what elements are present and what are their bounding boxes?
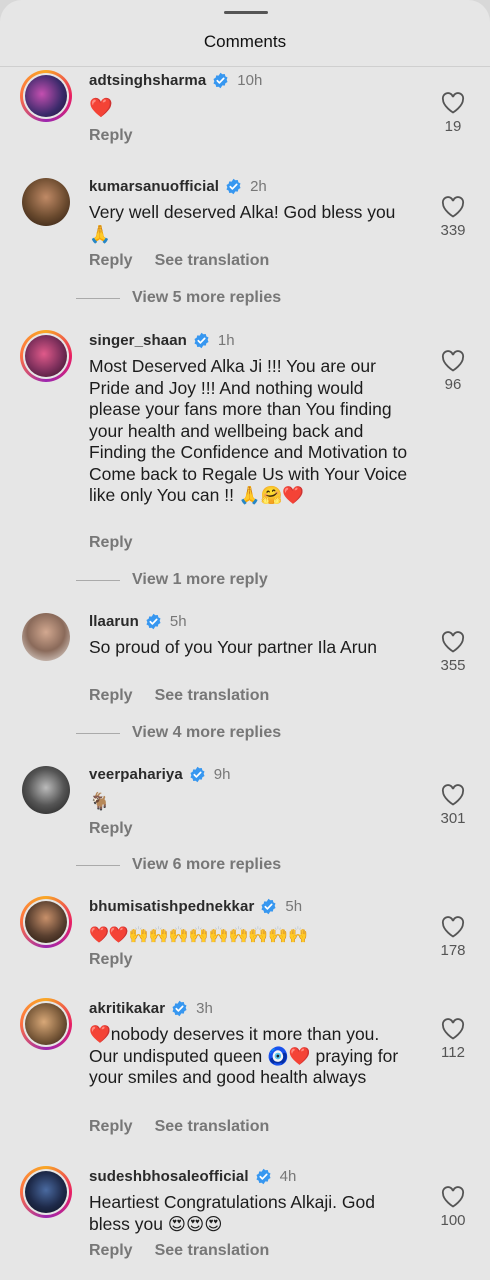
like-count: 100 [440, 1212, 466, 1229]
avatar[interactable] [20, 70, 72, 122]
reply-button[interactable]: Reply [89, 534, 133, 552]
comment-text: Very well deserved Alka! God bless you 🙏 [89, 202, 396, 244]
verified-badge-icon [194, 332, 209, 348]
heart-outline-icon [441, 196, 465, 218]
comment-text: ❤️❤️🙌🙌🙌🙌🙌🙌🙌🙌🙌 [89, 925, 309, 944]
divider [76, 297, 120, 299]
verified-badge-icon [213, 72, 228, 88]
sheet-title: Comments [203, 32, 287, 51]
view-more-replies[interactable]: View 1 more reply [76, 570, 268, 590]
divider [76, 732, 120, 734]
avatar[interactable] [20, 1166, 72, 1218]
like-count: 355 [440, 657, 466, 674]
timestamp: 5h [169, 612, 187, 630]
comment-text: So proud of you Your partner Ila Arun [89, 637, 377, 657]
heart-outline-icon [441, 92, 465, 114]
timestamp: 4h [279, 1167, 297, 1185]
like-button[interactable]: 112 [432, 1018, 474, 1061]
timestamp: 2h [250, 177, 267, 195]
like-count: 301 [440, 810, 466, 827]
like-count: 96 [444, 376, 462, 393]
view-more-replies[interactable]: View 4 more replies [76, 723, 281, 743]
timestamp: 3h [196, 999, 213, 1017]
view-more-replies[interactable]: View 6 more replies [76, 855, 281, 875]
avatar[interactable] [20, 998, 72, 1050]
heart-outline-icon [441, 1018, 465, 1040]
like-button[interactable]: 178 [432, 916, 474, 959]
username[interactable]: singer_shaan [89, 332, 187, 349]
reply-button[interactable]: Reply [89, 820, 133, 838]
like-button[interactable]: 100 [432, 1186, 474, 1229]
username[interactable]: akritikakar [89, 1000, 165, 1017]
reply-button[interactable]: Reply [89, 687, 133, 705]
like-count: 178 [440, 942, 466, 959]
verified-badge-icon [226, 178, 241, 194]
verified-badge-icon [146, 613, 161, 629]
reply-button[interactable]: Reply [89, 951, 133, 969]
comments-sheet: Comments adtsinghsharma 10h ❤️ Reply 19 k… [0, 0, 490, 1280]
see-translation-button[interactable]: See translation [155, 1118, 270, 1136]
divider [76, 864, 120, 866]
see-translation-button[interactable]: See translation [155, 252, 270, 270]
verified-badge-icon [190, 766, 205, 782]
username[interactable]: llaarun [89, 613, 139, 630]
heart-outline-icon [441, 784, 465, 806]
heart-outline-icon [441, 1186, 465, 1208]
like-button[interactable]: 301 [432, 784, 474, 827]
like-count: 112 [441, 1044, 465, 1061]
username[interactable]: kumarsanuofficial [89, 178, 219, 195]
comment-text: ❤️nobody deserves it more than you. Our … [89, 1024, 399, 1087]
verified-badge-icon [261, 898, 276, 914]
comment-text: Most Deserved Alka Ji !!! You are our Pr… [89, 356, 408, 505]
comment-text: 🐐 [89, 792, 111, 812]
timestamp: 5h [285, 897, 303, 915]
divider [0, 66, 490, 67]
comment-text: ❤️ [89, 97, 113, 119]
timestamp: 10h [237, 71, 263, 89]
heart-outline-icon [441, 350, 465, 372]
reply-button[interactable]: Reply [89, 252, 133, 270]
comment-text: Heartiest Congratulations Alkaji. God bl… [89, 1192, 375, 1234]
divider [76, 579, 120, 581]
reply-button[interactable]: Reply [89, 1118, 133, 1136]
like-button[interactable]: 339 [432, 196, 474, 239]
see-translation-button[interactable]: See translation [155, 687, 270, 705]
username[interactable]: veerpahariya [89, 766, 183, 783]
timestamp: 1h [217, 331, 235, 349]
view-more-replies[interactable]: View 5 more replies [76, 288, 281, 308]
reply-button[interactable]: Reply [89, 127, 133, 145]
verified-badge-icon [172, 1000, 187, 1016]
verified-badge-icon [256, 1168, 271, 1184]
view-more-label[interactable]: View 5 more replies [132, 289, 281, 307]
avatar[interactable] [22, 178, 70, 226]
view-more-label[interactable]: View 6 more replies [132, 856, 281, 874]
username[interactable]: bhumisatishpednekkar [89, 898, 254, 915]
view-more-label[interactable]: View 4 more replies [132, 724, 281, 742]
avatar[interactable] [20, 896, 72, 948]
avatar[interactable] [20, 330, 72, 382]
heart-outline-icon [441, 916, 465, 938]
like-count: 19 [444, 118, 462, 135]
view-more-label[interactable]: View 1 more reply [132, 571, 268, 589]
username[interactable]: sudeshbhosaleofficial [89, 1168, 249, 1185]
like-button[interactable]: 19 [432, 92, 474, 135]
drag-handle[interactable] [224, 11, 268, 14]
see-translation-button[interactable]: See translation [155, 1242, 270, 1260]
reply-button[interactable]: Reply [89, 1242, 133, 1260]
avatar[interactable] [22, 766, 70, 814]
like-count: 339 [440, 222, 466, 239]
heart-outline-icon [441, 631, 465, 653]
like-button[interactable]: 355 [432, 631, 474, 674]
username[interactable]: adtsinghsharma [89, 72, 206, 89]
like-button[interactable]: 96 [432, 350, 474, 393]
avatar[interactable] [22, 613, 70, 661]
timestamp: 9h [213, 765, 231, 783]
